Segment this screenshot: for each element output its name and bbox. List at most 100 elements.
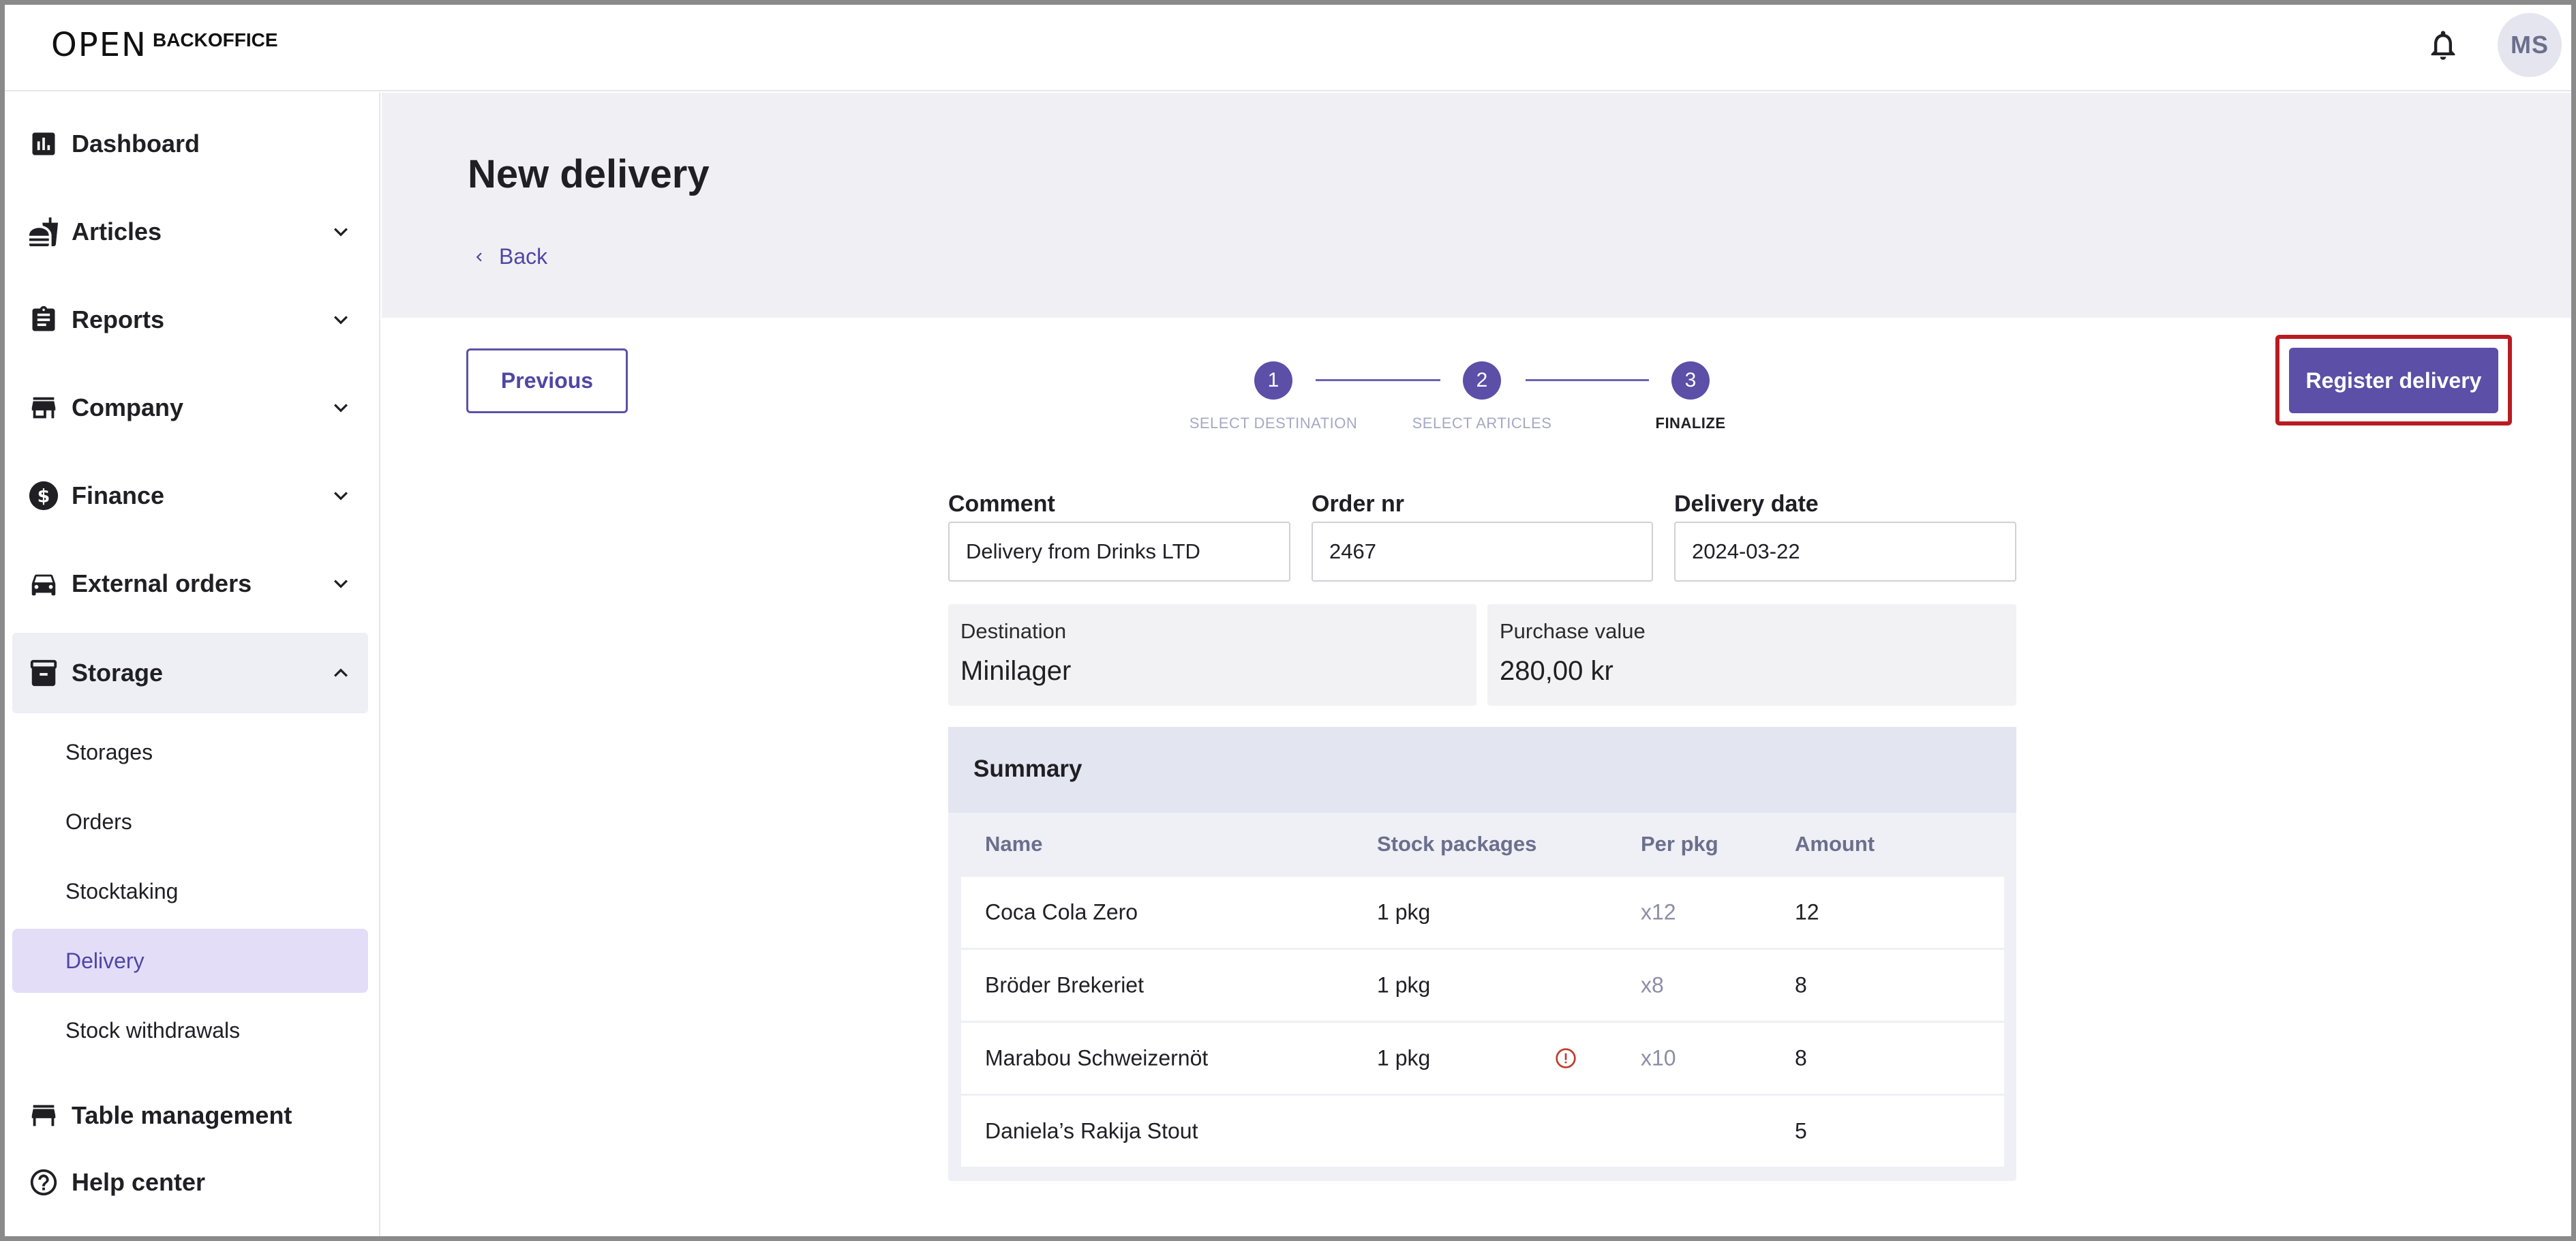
back-label: Back <box>499 244 548 269</box>
row-amount: 8 <box>1795 1045 1807 1071</box>
sidebar-label-table-management: Table management <box>72 1101 292 1129</box>
chevron-down-icon <box>334 404 348 413</box>
purchase-value-amount: 280,00 kr <box>1500 656 1613 686</box>
sidebar-label-external-orders: External orders <box>72 569 252 597</box>
sidebar-subitem-stock-withdrawals[interactable]: Stock withdrawals <box>12 998 368 1062</box>
row-name: Bröder Brekeriet <box>985 972 1144 998</box>
logo-text: BACKOFFICE <box>152 29 278 50</box>
row-packages: 1 pkg <box>1377 899 1431 925</box>
back-link[interactable]: Back <box>470 244 547 269</box>
order-nr-field[interactable] <box>1312 522 1653 582</box>
user-avatar[interactable]: MS <box>2498 13 2562 77</box>
row-amount: 8 <box>1795 972 1807 998</box>
row-name: Marabou Schweizernöt <box>985 1045 1209 1071</box>
column-header-name: Name <box>985 832 1043 856</box>
previous-button[interactable]: Previous <box>466 348 628 413</box>
purchase-value-label: Purchase value <box>1500 619 1646 643</box>
sidebar-item-reports[interactable]: Reports <box>12 280 368 359</box>
sidebar-subitem-storages[interactable]: Storages <box>12 720 368 784</box>
sidebar-label-help-center: Help center <box>72 1168 206 1196</box>
table-row: Coca Cola Zero 1 pkg x12 12 <box>961 877 2004 948</box>
warning-info-icon[interactable] <box>1555 1047 1577 1069</box>
sidebar-sublabel: Storages <box>65 739 153 764</box>
row-packages: 1 pkg <box>1377 1045 1431 1071</box>
destination-box: Destination Minilager <box>948 604 1476 706</box>
logo-mark: OPEN <box>51 26 147 64</box>
summary-header: Summary <box>948 727 2016 813</box>
chevron-down-icon <box>334 316 348 325</box>
sidebar-subitem-orders[interactable]: Orders <box>12 790 368 854</box>
order-nr-label: Order nr <box>1312 491 1405 517</box>
destination-label: Destination <box>960 619 1067 643</box>
sidebar-subitem-delivery[interactable]: Delivery <box>12 929 368 993</box>
help-icon <box>27 1166 60 1199</box>
step-1-circle[interactable]: 1 <box>1254 361 1292 400</box>
sidebar-sublabel: Orders <box>65 809 132 834</box>
sidebar-subitem-stocktaking[interactable]: Stocktaking <box>12 859 368 923</box>
notifications-bell-icon[interactable] <box>2425 27 2461 63</box>
sidebar-sublabel: Stock withdrawals <box>65 1017 241 1043</box>
row-per-pkg: x12 <box>1641 899 1676 925</box>
sidebar-item-storage[interactable]: Storage <box>12 633 368 713</box>
delivery-date-field[interactable] <box>1674 522 2016 582</box>
row-name: Coca Cola Zero <box>985 899 1138 925</box>
stepper-connector <box>1316 379 1440 381</box>
page-header <box>382 93 2571 318</box>
row-per-pkg: x10 <box>1641 1045 1676 1071</box>
table-row: Marabou Schweizernöt 1 pkg x10 8 <box>961 1023 2004 1094</box>
column-header-stock-packages: Stock packages <box>1377 832 1537 856</box>
sidebar-label-storage: Storage <box>72 659 164 687</box>
row-per-pkg: x8 <box>1641 972 1664 998</box>
step-2-label: SELECT ARTICLES <box>1412 415 1552 432</box>
sidebar-item-finance[interactable]: $ Finance <box>12 456 368 535</box>
row-amount: 12 <box>1795 899 1819 925</box>
table-row: Daniela’s Rakija Stout 5 <box>961 1096 2004 1167</box>
sidebar-item-help-center[interactable]: Help center <box>12 1143 368 1222</box>
register-delivery-button[interactable]: Register delivery <box>2289 348 2498 413</box>
svg-text:$: $ <box>37 486 50 507</box>
sidebar-item-dashboard[interactable]: Dashboard <box>12 104 368 183</box>
sidebar-label-articles: Articles <box>72 218 162 245</box>
chevron-left-icon <box>476 252 482 261</box>
table-icon <box>27 1099 60 1132</box>
food-icon <box>27 215 60 248</box>
clipboard-icon <box>27 303 60 336</box>
destination-value: Minilager <box>960 656 1072 686</box>
chevron-down-icon <box>334 580 348 588</box>
sidebar-sublabel: Stocktaking <box>65 878 179 903</box>
archive-icon <box>27 657 60 689</box>
column-header-amount: Amount <box>1795 832 1875 856</box>
sidebar-sublabel: Delivery <box>65 948 145 973</box>
comment-field[interactable] <box>948 522 1290 582</box>
row-amount: 5 <box>1795 1118 1807 1143</box>
car-icon <box>27 567 60 600</box>
sidebar-label-finance: Finance <box>72 481 165 509</box>
stepper-connector <box>1526 379 1649 381</box>
step-3-circle[interactable]: 3 <box>1671 361 1710 400</box>
comment-label: Comment <box>948 491 1055 517</box>
column-header-per-pkg: Per pkg <box>1641 832 1718 856</box>
chart-icon <box>27 128 60 160</box>
step-1-label: SELECT DESTINATION <box>1189 415 1358 432</box>
sidebar-item-external-orders[interactable]: External orders <box>12 544 368 623</box>
page-title: New delivery <box>468 152 710 196</box>
sidebar-label-dashboard: Dashboard <box>72 130 200 158</box>
summary-title: Summary <box>973 756 1082 782</box>
table-row: Bröder Brekeriet 1 pkg x8 8 <box>961 950 2004 1021</box>
row-packages: 1 pkg <box>1377 972 1431 998</box>
top-bar: OPEN BACKOFFICE <box>5 5 2571 91</box>
store-icon <box>27 391 60 424</box>
logo[interactable]: OPEN BACKOFFICE <box>51 28 278 69</box>
purchase-value-box: Purchase value 280,00 kr <box>1487 604 2016 706</box>
chevron-down-icon <box>334 492 348 500</box>
sidebar-label-company: Company <box>72 393 184 421</box>
step-2-circle[interactable]: 2 <box>1463 361 1501 400</box>
sidebar-item-company[interactable]: Company <box>12 368 368 447</box>
row-name: Daniela’s Rakija Stout <box>985 1118 1198 1143</box>
dollar-icon: $ <box>27 479 60 512</box>
delivery-date-label: Delivery date <box>1674 491 1819 517</box>
sidebar-item-articles[interactable]: Articles <box>12 192 368 271</box>
chevron-down-icon <box>334 228 348 237</box>
sidebar-label-reports: Reports <box>72 305 165 333</box>
chevron-up-icon <box>334 668 348 677</box>
